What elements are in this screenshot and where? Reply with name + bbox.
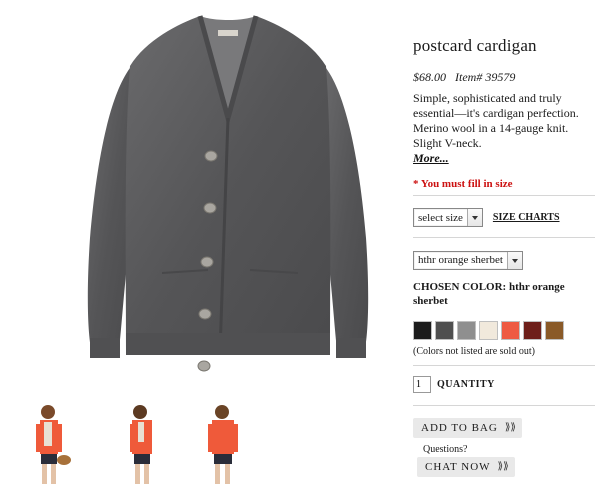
divider — [413, 364, 595, 366]
sold-out-note: (Colors not listed are sold out) — [413, 345, 535, 357]
product-details-panel: postcard cardigan $68.00 Item# 39579 Sim… — [413, 36, 595, 477]
divider — [413, 404, 595, 406]
color-select[interactable]: hthr orange sherbet — [413, 250, 523, 270]
color-swatch-tan[interactable] — [545, 320, 564, 340]
chat-now-button[interactable]: CHAT NOW ⟫⟫ — [417, 456, 515, 477]
color-swatch-burgundy[interactable] — [523, 320, 542, 340]
divider — [413, 195, 595, 196]
thumbnail-strip — [28, 402, 328, 488]
add-to-bag-button[interactable]: ADD TO BAG ⟫⟫ — [413, 417, 522, 438]
add-to-bag-label: ADD TO BAG — [421, 421, 498, 434]
chosen-color-label: CHOSEN COLOR: hthr orange sherbet — [413, 280, 565, 307]
size-required-message: * You must fill in size — [413, 178, 513, 190]
color-swatch-grey[interactable] — [457, 320, 476, 340]
item-number: Item# 39579 — [455, 70, 516, 84]
dropdown-arrow-icon — [466, 209, 482, 226]
color-swatches — [413, 320, 595, 340]
product-price: $68.00 — [413, 70, 446, 84]
size-select-value: select size — [418, 211, 463, 224]
size-select[interactable]: select size — [413, 208, 483, 227]
color-swatch-ivory[interactable] — [479, 320, 498, 340]
thumbnail-side[interactable] — [120, 402, 172, 488]
thumbnail-back[interactable] — [200, 402, 252, 488]
color-select-value: hthr orange sherbet — [418, 254, 503, 266]
size-charts-link[interactable]: SIZE CHARTS — [493, 212, 560, 223]
size-row: select size SIZE CHARTS — [413, 208, 595, 227]
dropdown-arrow-icon — [506, 251, 522, 269]
thumbnail-front-styled[interactable] — [28, 402, 80, 488]
product-title: postcard cardigan — [413, 36, 537, 55]
quantity-input[interactable] — [413, 375, 431, 393]
product-main-image — [58, 8, 398, 388]
product-description: Simple, sophisticated and truly essentia… — [413, 91, 579, 150]
quantity-label: QUANTITY — [437, 378, 495, 390]
double-chevron-icon: ⟫⟫ — [497, 461, 509, 472]
divider — [413, 237, 595, 238]
double-chevron-icon: ⟫⟫ — [504, 422, 516, 433]
color-swatch-black[interactable] — [413, 320, 432, 340]
chat-now-label: CHAT NOW — [425, 460, 491, 473]
quantity-row: QUANTITY — [413, 375, 595, 393]
color-swatch-orange-sherbet[interactable] — [501, 320, 520, 340]
questions-text: Questions? — [423, 443, 468, 455]
color-swatch-charcoal[interactable] — [435, 320, 454, 340]
price-line: $68.00 Item# 39579 — [413, 70, 595, 85]
more-link[interactable]: More... — [413, 151, 595, 166]
